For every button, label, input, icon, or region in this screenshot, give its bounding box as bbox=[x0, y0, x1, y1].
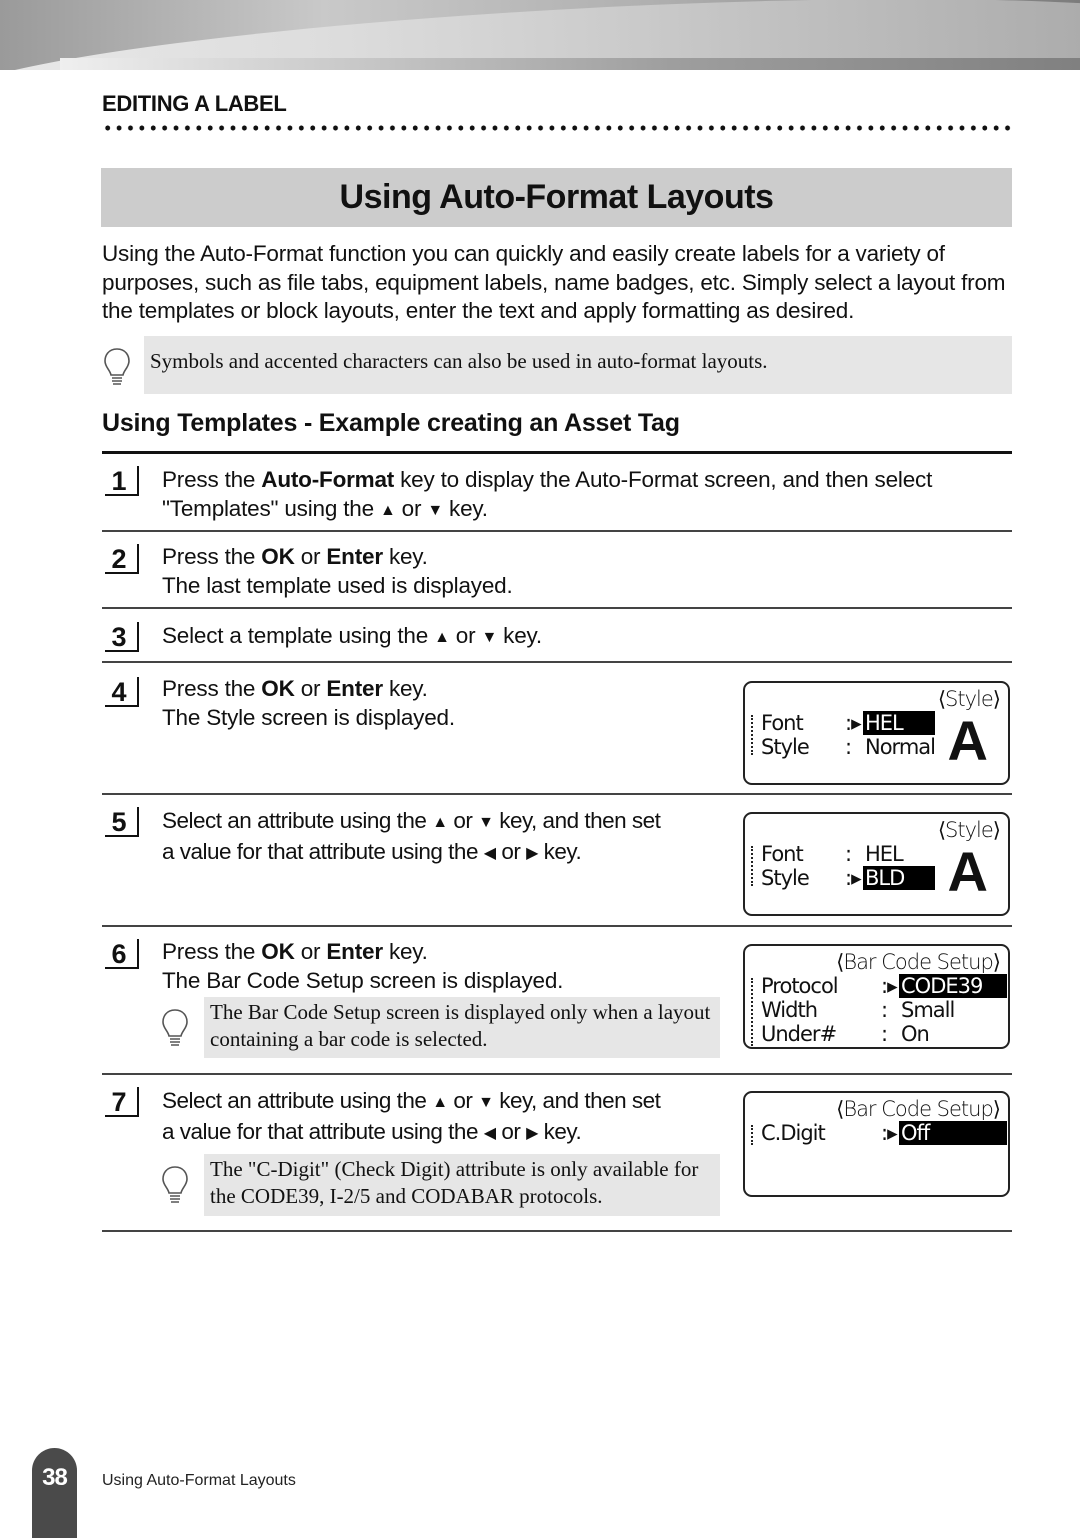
down-arrow-icon: ▼ bbox=[478, 1094, 494, 1111]
step-divider bbox=[102, 530, 1012, 532]
up-arrow-icon: ▲ bbox=[379, 502, 396, 519]
lcd-header: ⟨Style⟩ bbox=[937, 818, 1001, 842]
down-arrow-icon: ▼ bbox=[478, 814, 494, 831]
lcd-header: ⟨Bar Code Setup⟩ bbox=[836, 1097, 1001, 1121]
step-1-text: Press the Auto-Format key to display the… bbox=[162, 467, 933, 521]
style-preview: A bbox=[947, 709, 988, 772]
step-number: 6 bbox=[105, 939, 139, 969]
note-text: Symbols and accented characters can also… bbox=[144, 336, 1012, 394]
up-arrow-icon: ▲ bbox=[432, 814, 448, 831]
lightbulb-icon bbox=[104, 348, 130, 385]
step-5-text: Select an attribute using the ▲ or ▼ key… bbox=[162, 808, 661, 864]
selected-value: BLD bbox=[863, 866, 935, 890]
intro-paragraph: Using the Auto-Format function you can q… bbox=[102, 241, 1006, 323]
section-label: EDITING A LABEL bbox=[102, 91, 287, 116]
selected-value: Off bbox=[899, 1121, 1007, 1145]
step-divider bbox=[102, 661, 1012, 663]
title-bar: Using Auto-Format Layouts bbox=[101, 168, 1012, 227]
note-step-7: The "C-Digit" (Check Digit) attribute is… bbox=[160, 1154, 720, 1216]
step-number: 3 bbox=[105, 622, 139, 652]
step-divider bbox=[102, 793, 1012, 795]
down-arrow-icon: ▼ bbox=[481, 629, 498, 646]
step-7-text: Select an attribute using the ▲ or ▼ key… bbox=[162, 1088, 661, 1144]
down-arrow-icon: ▼ bbox=[427, 502, 443, 519]
note-step-6: The Bar Code Setup screen is displayed o… bbox=[160, 997, 720, 1058]
lcd-row: Style : Normal bbox=[761, 735, 936, 759]
right-arrow-icon: ▶ bbox=[526, 1125, 538, 1142]
section-heading: Using Templates - Example creating an As… bbox=[102, 409, 680, 437]
lcd-header: ⟨Style⟩ bbox=[937, 687, 1001, 711]
lcd-row: Under# : On bbox=[761, 1022, 930, 1046]
selected-value: HEL bbox=[863, 711, 935, 735]
lcd-header: ⟨Bar Code Setup⟩ bbox=[836, 950, 1001, 974]
selected-value: CODE39 bbox=[899, 974, 1007, 998]
lcd-row: Font : HEL bbox=[761, 842, 904, 866]
lcd-style-screen: ⟨Style⟩ Font :▸ HEL Style : Normal A bbox=[743, 681, 1010, 785]
lcd-row: Width : Small bbox=[761, 998, 955, 1022]
step-divider bbox=[102, 925, 1012, 927]
note-text: The Bar Code Setup screen is displayed o… bbox=[204, 997, 720, 1058]
step-number: 4 bbox=[105, 677, 139, 707]
lcd-barcode-cdigit-screen: ⟨Bar Code Setup⟩ C.Digit :▸ Off bbox=[743, 1091, 1010, 1197]
lcd-row: Style :▸ BLD bbox=[749, 866, 935, 890]
step-6-text: Press the OK or Enter key. The Bar Code … bbox=[162, 939, 564, 993]
lcd-row: C.Digit :▸ Off bbox=[749, 1121, 1009, 1145]
step-divider bbox=[102, 1230, 1012, 1232]
up-arrow-icon: ▲ bbox=[432, 1094, 448, 1111]
note-text: The "C-Digit" (Check Digit) attribute is… bbox=[204, 1154, 720, 1216]
step-divider bbox=[102, 607, 1012, 609]
lcd-style-screen-bold: ⟨Style⟩ Font : HEL Style :▸ BLD A bbox=[743, 812, 1010, 916]
footer-title: Using Auto-Format Layouts bbox=[102, 1472, 296, 1489]
left-arrow-icon: ◀ bbox=[483, 1125, 496, 1142]
step-3-text: Select a template using the ▲ or ▼ key. bbox=[162, 623, 542, 648]
lcd-row: Font :▸ HEL bbox=[749, 711, 935, 735]
step-number: 5 bbox=[105, 807, 139, 837]
page-title: Using Auto-Format Layouts bbox=[339, 178, 774, 216]
step-number: 7 bbox=[105, 1087, 139, 1117]
step-divider bbox=[102, 1073, 1012, 1075]
note-top: Symbols and accented characters can also… bbox=[102, 336, 1012, 394]
style-preview: A bbox=[947, 840, 988, 903]
lcd-row: Protocol :▸ CODE39 bbox=[749, 974, 1009, 998]
dotted-divider bbox=[102, 124, 1012, 132]
page-number: 38 bbox=[32, 1448, 77, 1538]
heading-rule bbox=[102, 451, 1012, 454]
lightbulb-icon bbox=[162, 1166, 188, 1203]
step-number: 1 bbox=[105, 466, 139, 496]
lightbulb-icon bbox=[162, 1009, 188, 1046]
step-2-text: Press the OK or Enter key. The last temp… bbox=[162, 544, 513, 598]
header-decoration-band bbox=[0, 0, 1080, 70]
left-arrow-icon: ◀ bbox=[483, 845, 496, 862]
lcd-barcode-setup-screen: ⟨Bar Code Setup⟩ Protocol :▸ CODE39 Widt… bbox=[743, 944, 1010, 1049]
key-name: Auto-Format bbox=[261, 467, 395, 492]
step-4-text: Press the OK or Enter key. The Style scr… bbox=[162, 676, 455, 730]
up-arrow-icon: ▲ bbox=[434, 629, 450, 646]
step-number: 2 bbox=[105, 544, 139, 574]
right-arrow-icon: ▶ bbox=[526, 845, 538, 862]
